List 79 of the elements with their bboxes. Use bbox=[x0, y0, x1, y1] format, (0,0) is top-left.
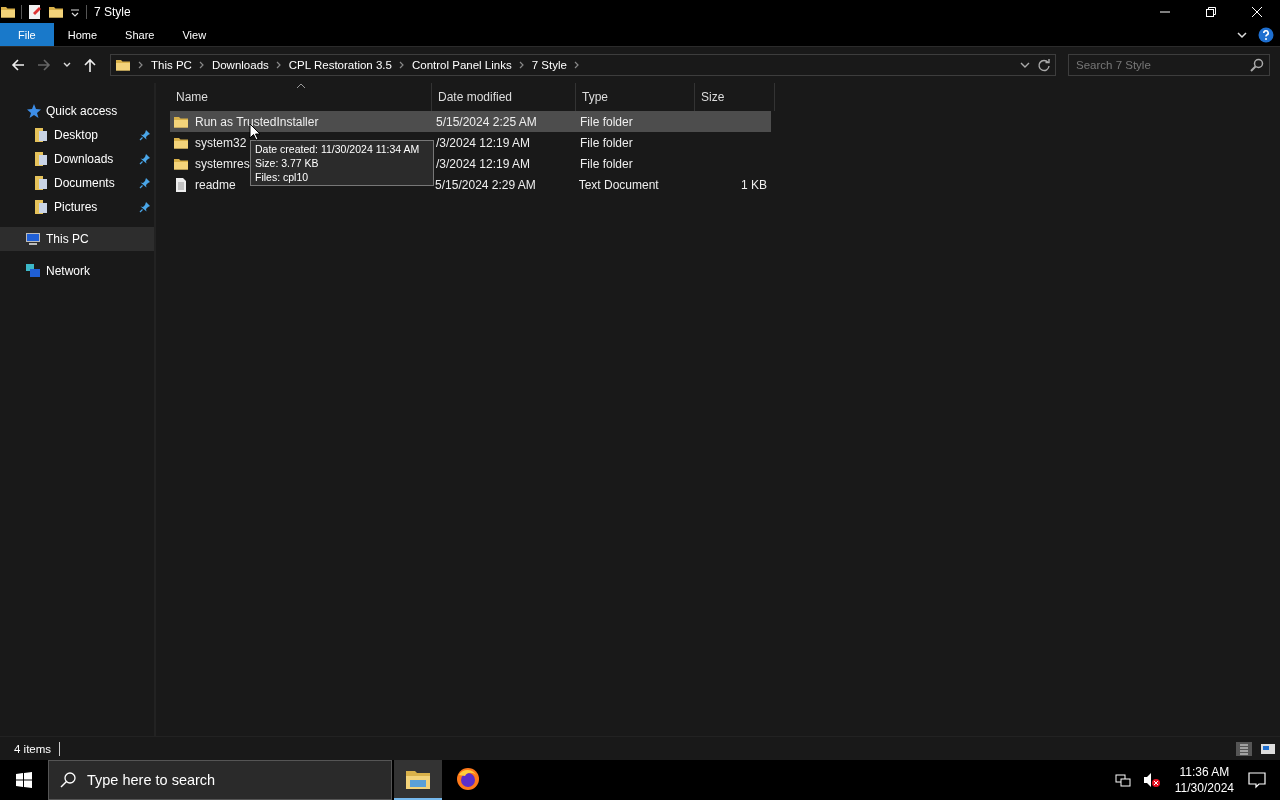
network-icon[interactable] bbox=[1114, 772, 1131, 788]
tooltip-text: Files: cpl10 bbox=[255, 170, 310, 184]
item-count: 4 items bbox=[14, 742, 52, 755]
window-title: 7 Style bbox=[94, 4, 131, 19]
pin-icon[interactable] bbox=[139, 177, 151, 189]
large-icons-view-icon[interactable] bbox=[1260, 741, 1276, 756]
details-view-icon[interactable] bbox=[1236, 741, 1252, 756]
star-icon bbox=[25, 103, 41, 119]
sidebar-item[interactable]: Desktop bbox=[0, 123, 154, 147]
folder-icon bbox=[405, 768, 431, 790]
date-cell-text: /3/2024 12:19 AM bbox=[436, 135, 532, 150]
folder-icon bbox=[115, 57, 131, 73]
file-name: systemres bbox=[195, 156, 250, 171]
sidebar-item[interactable]: Quick access bbox=[0, 99, 154, 123]
sort-ascending-icon[interactable] bbox=[296, 83, 306, 89]
refresh-icon[interactable] bbox=[1037, 58, 1051, 72]
browser-icon bbox=[456, 767, 480, 791]
address-bar[interactable]: This PC Downloads CPL Restoration 3.5 Control Panel Links 7 Style bbox=[110, 54, 1056, 76]
date-cell-text: 5/15/2024 2:29 AM bbox=[435, 177, 537, 192]
date-cell-text: /3/2024 12:19 AM bbox=[436, 156, 532, 171]
search-field[interactable]: Search 7 Style bbox=[1068, 54, 1270, 76]
chevron-right-icon[interactable] bbox=[137, 60, 145, 70]
tooltip-text: Size: 3.77 KB bbox=[255, 156, 320, 170]
breadcrumb[interactable]: This PC bbox=[151, 59, 192, 71]
sidebar-item[interactable]: Network bbox=[0, 259, 154, 283]
back-arrow-icon[interactable] bbox=[10, 57, 26, 73]
properties-icon[interactable] bbox=[27, 3, 43, 20]
tooltip-text: Date created: 11/30/2024 11:34 AM bbox=[255, 142, 421, 156]
ribbon-tab[interactable]: Share bbox=[111, 23, 169, 46]
clock-date: 11/30/2024 bbox=[1174, 780, 1234, 796]
chevron-right-icon[interactable] bbox=[517, 60, 526, 70]
search-icon[interactable] bbox=[1250, 58, 1264, 72]
close-icon bbox=[1252, 6, 1262, 17]
selected-row-highlight[interactable]: Run as TrustedInstaller 5/15/2024 2:25 AM File folder bbox=[170, 111, 771, 132]
notifications-icon[interactable] bbox=[1248, 771, 1266, 789]
file-name: readme bbox=[195, 177, 236, 192]
breadcrumb[interactable]: Control Panel Links bbox=[411, 59, 512, 71]
date-cell-text: 5/15/2024 2:25 AM bbox=[436, 114, 538, 129]
restore-icon bbox=[1206, 6, 1216, 17]
help-icon[interactable] bbox=[1258, 26, 1274, 43]
ribbon-tab[interactable]: View bbox=[168, 23, 221, 46]
chevron-right-icon[interactable] bbox=[397, 60, 406, 70]
folder-icon bbox=[33, 127, 49, 143]
sidebar-item[interactable]: Pictures bbox=[0, 195, 154, 219]
text-file-icon bbox=[173, 176, 189, 193]
computer-icon bbox=[25, 231, 41, 247]
chevron-right-icon[interactable] bbox=[197, 60, 206, 70]
folder-icon bbox=[33, 175, 49, 191]
type-cell-text: File folder bbox=[580, 156, 634, 171]
pin-icon[interactable] bbox=[139, 201, 151, 213]
file-name: system32 bbox=[195, 135, 247, 150]
volume-muted-icon[interactable] bbox=[1142, 772, 1161, 788]
sidebar-item[interactable]: Downloads bbox=[0, 147, 154, 171]
pin-icon[interactable] bbox=[139, 129, 151, 141]
up-arrow-icon[interactable] bbox=[82, 57, 98, 73]
breadcrumb[interactable]: Downloads bbox=[211, 59, 269, 71]
ribbon-tab[interactable]: File bbox=[0, 23, 54, 46]
search-icon bbox=[60, 772, 76, 788]
breadcrumb[interactable]: 7 Style bbox=[531, 59, 567, 71]
type-cell-text: File folder bbox=[580, 135, 634, 150]
pin-icon[interactable] bbox=[139, 153, 151, 165]
network-icon bbox=[25, 263, 41, 279]
folder-icon bbox=[33, 199, 49, 215]
type-cell-text: File folder bbox=[580, 114, 634, 129]
size-cell-text: 1 KB bbox=[739, 177, 768, 192]
folder-icon bbox=[33, 151, 49, 167]
sidebar-item[interactable]: This PC bbox=[0, 227, 154, 251]
sidebar-item[interactable]: Documents bbox=[0, 171, 154, 195]
clock[interactable]: 11:36 AM 11/30/2024 bbox=[1166, 764, 1242, 796]
taskbar-app-button[interactable] bbox=[394, 760, 442, 800]
file-name: Run as TrustedInstaller bbox=[195, 114, 319, 129]
type-cell-text: Text Document bbox=[578, 177, 660, 192]
ribbon-tab[interactable]: Home bbox=[53, 23, 112, 46]
chevron-right-icon[interactable] bbox=[274, 60, 283, 70]
breadcrumb[interactable]: CPL Restoration 3.5 bbox=[288, 59, 392, 71]
clock-time: 11:36 AM bbox=[1179, 764, 1230, 780]
taskbar-search-field[interactable]: Type here to search bbox=[48, 760, 392, 800]
chevron-right-icon[interactable] bbox=[572, 60, 581, 70]
windows-logo-icon bbox=[16, 772, 32, 788]
